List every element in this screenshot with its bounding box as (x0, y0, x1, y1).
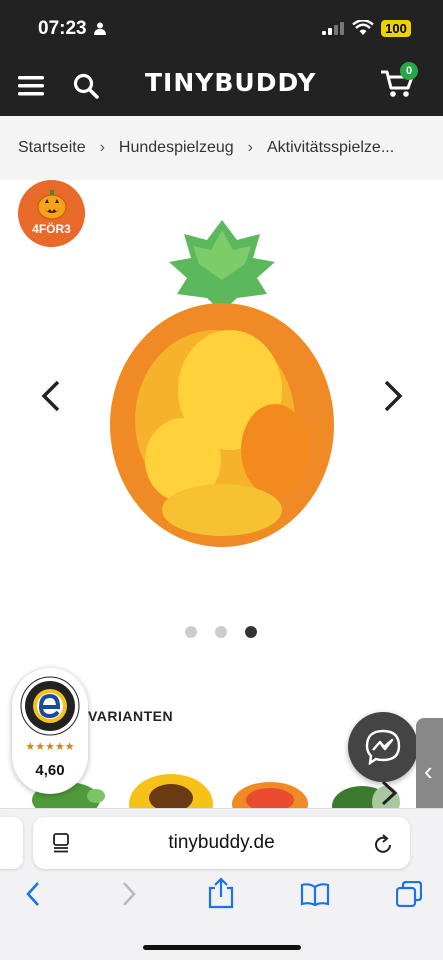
trusted-shops-seal-icon (20, 676, 80, 736)
breadcrumb-separator: › (99, 139, 105, 156)
pumpkin-icon (37, 190, 67, 220)
breadcrumb-separator: › (247, 139, 253, 156)
breadcrumb-item-home[interactable]: Startseite (18, 139, 86, 157)
wifi-icon (352, 20, 374, 35)
variant-thumb-sunflower[interactable] (128, 770, 214, 808)
variants-heading: VARIANTEN (88, 708, 174, 724)
tabs-icon[interactable] (396, 881, 422, 907)
status-bar: 07:23 100 (0, 0, 443, 56)
previous-tab-preview[interactable] (0, 817, 23, 869)
breadcrumb: Startseite › Hundespielzeug › Aktivitäts… (0, 116, 443, 180)
share-icon[interactable] (208, 877, 234, 909)
variants-next-arrow[interactable] (380, 780, 398, 806)
bookmarks-icon[interactable] (300, 883, 330, 907)
trusted-shops-badge[interactable]: ★★★★★ 4,60 (12, 668, 88, 794)
gallery-pagination (185, 626, 257, 638)
chevron-left-icon: ‹ (424, 756, 433, 786)
messenger-chat-button[interactable] (348, 712, 418, 782)
menu-icon[interactable] (18, 76, 44, 96)
messenger-icon (365, 729, 401, 765)
home-indicator[interactable] (143, 945, 301, 950)
trusted-shops-stars: ★★★★★ (25, 741, 75, 753)
battery-indicator: 100 (381, 20, 411, 37)
address-bar[interactable]: tinybuddy.de (33, 817, 410, 869)
cart-count-badge: 0 (400, 62, 418, 80)
browser-toolbar (0, 875, 443, 919)
reload-icon[interactable] (374, 832, 394, 854)
gallery-dot-active[interactable] (245, 626, 257, 638)
breadcrumb-item-dog-toys[interactable]: Hundespielzeug (119, 139, 234, 157)
site-header: TINYBUDDY 0 (0, 56, 443, 116)
breadcrumb-item-activity-toys[interactable]: Aktivitätsspielze... (267, 139, 394, 157)
gallery-dot[interactable] (185, 626, 197, 638)
url-text[interactable]: tinybuddy.de (33, 832, 410, 854)
promo-badge: 4FÖR3 (18, 180, 85, 247)
back-icon[interactable] (24, 881, 42, 907)
gallery-prev-arrow[interactable] (40, 380, 62, 412)
trusted-shops-rating: 4,60 (35, 762, 65, 779)
search-icon[interactable] (73, 73, 99, 99)
variant-thumb-flower[interactable] (230, 770, 310, 808)
forward-icon[interactable] (120, 881, 138, 907)
browser-bar: tinybuddy.de (0, 808, 443, 960)
product-image[interactable] (105, 220, 340, 550)
person-icon (94, 22, 106, 35)
product-gallery (0, 180, 443, 660)
site-logo[interactable]: TINYBUDDY (145, 68, 317, 97)
gallery-dot[interactable] (215, 626, 227, 638)
cellular-signal-icon (322, 22, 344, 35)
status-time: 07:23 (38, 18, 87, 39)
gallery-next-arrow[interactable] (382, 380, 404, 412)
promo-label: 4FÖR3 (32, 222, 71, 236)
